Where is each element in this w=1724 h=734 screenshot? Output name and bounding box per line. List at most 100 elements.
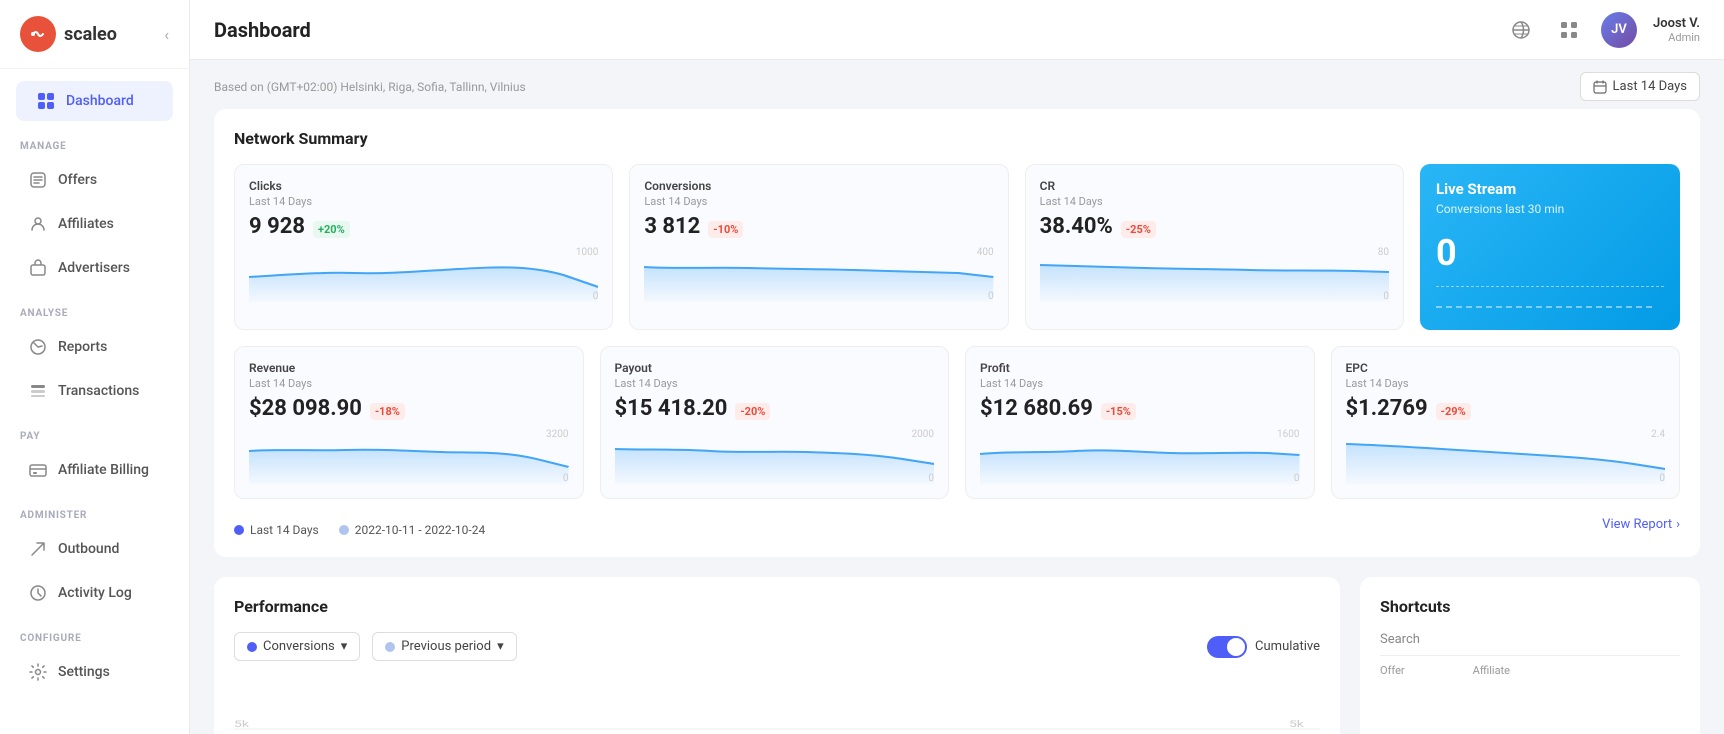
user-role: Admin [1653, 31, 1700, 44]
conversions-dropdown[interactable]: Conversions ▾ [234, 632, 360, 661]
reports-icon [28, 337, 48, 357]
advertisers-icon [28, 258, 48, 278]
offers-icon [28, 170, 48, 190]
metrics-row1: Clicks Last 14 Days 9 928 +20% [234, 164, 1680, 330]
cumulative-toggle[interactable] [1207, 636, 1247, 658]
conversions-chart: 400 0 [644, 247, 993, 302]
sidebar-item-settings-label: Settings [58, 664, 110, 680]
legend-label-previous: 2022-10-11 - 2022-10-24 [355, 523, 485, 537]
chart-legend: Last 14 Days 2022-10-11 - 2022-10-24 [234, 523, 485, 537]
network-summary-card: Network Summary Clicks Last 14 Days 9 92… [214, 109, 1700, 557]
sidebar-section-pay: PAY [0, 413, 189, 448]
legend-item-previous: 2022-10-11 - 2022-10-24 [339, 523, 485, 537]
legend-dot-previous [339, 525, 349, 535]
metric-clicks: Clicks Last 14 Days 9 928 +20% [234, 164, 613, 330]
sidebar: scaleo ‹ Dashboard MANAGE Offers [0, 0, 190, 734]
profit-chart: 1600 0 [980, 429, 1300, 484]
sidebar-collapse-icon[interactable]: ‹ [164, 25, 169, 44]
epc-ymax: 2.4 [1651, 429, 1665, 440]
clicks-value: 9 928 [249, 214, 305, 239]
content-area: Based on (GMT+02:00) Helsinki, Riga, Sof… [190, 60, 1724, 734]
epc-chart: 2.4 0 [1346, 429, 1666, 484]
profit-ymin: 0 [1294, 473, 1300, 484]
cr-chart: 80 0 [1040, 247, 1389, 302]
revenue-ymax: 3200 [546, 429, 568, 440]
clicks-chart: 1000 0 [249, 247, 598, 302]
sidebar-item-dashboard[interactable]: Dashboard [16, 81, 173, 121]
sidebar-item-transactions[interactable]: Transactions [8, 371, 181, 411]
metric-epc: EPC Last 14 Days $1.2769 -29% [1331, 346, 1681, 499]
epc-ymin: 0 [1659, 473, 1665, 484]
cr-label: CR [1040, 179, 1389, 193]
previous-period-dropdown[interactable]: Previous period ▾ [372, 632, 516, 661]
activity-log-icon [28, 583, 48, 603]
sidebar-item-advertisers[interactable]: Advertisers [8, 248, 181, 288]
settings-icon [28, 662, 48, 682]
outbound-icon [28, 539, 48, 559]
transactions-icon [28, 381, 48, 401]
conversions-dot [247, 642, 257, 652]
conversions-period: Last 14 Days [644, 195, 993, 208]
user-name: Joost V. [1653, 16, 1700, 31]
revenue-chart: 3200 0 [249, 429, 569, 484]
metric-conversions: Conversions Last 14 Days 3 812 -10% [629, 164, 1008, 330]
metric-profit: Profit Last 14 Days $12 680.69 -15% [965, 346, 1315, 499]
live-stream-card: Live Stream Conversions last 30 min 0 [1420, 164, 1680, 330]
sidebar-section-analyse: ANALYSE [0, 290, 189, 325]
cr-value: 38.40% [1040, 214, 1113, 239]
logo-text: scaleo [64, 24, 117, 45]
sidebar-item-settings[interactable]: Settings [8, 652, 181, 692]
topbar: Dashboard JV Joost V. Adm [190, 0, 1724, 60]
conversions-chevron: ▾ [341, 639, 348, 654]
live-stream-value: 0 [1436, 232, 1664, 274]
profit-badge: -15% [1101, 403, 1136, 420]
view-report-link[interactable]: View Report › [1602, 517, 1680, 532]
sidebar-item-transactions-label: Transactions [58, 383, 139, 399]
payout-period: Last 14 Days [615, 377, 935, 390]
sidebar-item-outbound[interactable]: Outbound [8, 529, 181, 569]
sidebar-item-reports-label: Reports [58, 339, 107, 355]
payout-ymax: 2000 [912, 429, 934, 440]
performance-chart-area: 5k 5k [234, 677, 1320, 734]
sidebar-item-reports[interactable]: Reports [8, 327, 181, 367]
sidebar-item-offers[interactable]: Offers [8, 160, 181, 200]
timezone-bar: Based on (GMT+02:00) Helsinki, Riga, Sof… [214, 60, 1700, 109]
user-info: Joost V. Admin [1653, 16, 1700, 44]
profit-label: Profit [980, 361, 1300, 375]
performance-title: Performance [234, 597, 1320, 616]
sidebar-item-affiliates-label: Affiliates [58, 216, 114, 232]
previous-period-label: Previous period [401, 639, 491, 654]
globe-icon[interactable] [1505, 14, 1537, 46]
previous-period-dot [385, 642, 395, 652]
sidebar-item-affiliate-billing[interactable]: Affiliate Billing [8, 450, 181, 490]
legend-row: Last 14 Days 2022-10-11 - 2022-10-24 Vie… [234, 511, 1680, 537]
conversions-label: Conversions [644, 179, 993, 193]
clicks-label: Clicks [249, 179, 598, 193]
shortcuts-search-label: Search [1380, 632, 1680, 647]
revenue-badge: -18% [370, 403, 405, 420]
epc-value: $1.2769 [1346, 396, 1428, 421]
main-content: Dashboard JV Joost V. Adm [190, 0, 1724, 734]
conversions-dropdown-label: Conversions [263, 639, 335, 654]
sidebar-section-configure: CONFIGURE [0, 615, 189, 650]
user-avatar[interactable]: JV [1601, 12, 1637, 48]
sidebar-item-affiliates[interactable]: Affiliates [8, 204, 181, 244]
date-range-button[interactable]: Last 14 Days [1580, 72, 1700, 101]
clicks-period: Last 14 Days [249, 195, 598, 208]
epc-badge: -29% [1436, 403, 1471, 420]
apps-icon[interactable] [1553, 14, 1585, 46]
profit-period: Last 14 Days [980, 377, 1300, 390]
network-summary-title: Network Summary [234, 129, 1680, 148]
revenue-label: Revenue [249, 361, 569, 375]
profit-ymax: 1600 [1277, 429, 1299, 440]
timezone-text: Based on (GMT+02:00) Helsinki, Riga, Sof… [214, 80, 526, 94]
logo-icon [20, 16, 56, 52]
view-report-arrow: › [1676, 517, 1680, 532]
profit-value: $12 680.69 [980, 396, 1093, 421]
epc-label: EPC [1346, 361, 1666, 375]
shortcuts-card: Shortcuts Search Offer Affiliate [1360, 577, 1700, 734]
sidebar-item-activity-log[interactable]: Activity Log [8, 573, 181, 613]
shortcuts-title: Shortcuts [1380, 597, 1680, 616]
calendar-icon [1593, 80, 1607, 94]
cumulative-label: Cumulative [1255, 639, 1320, 654]
